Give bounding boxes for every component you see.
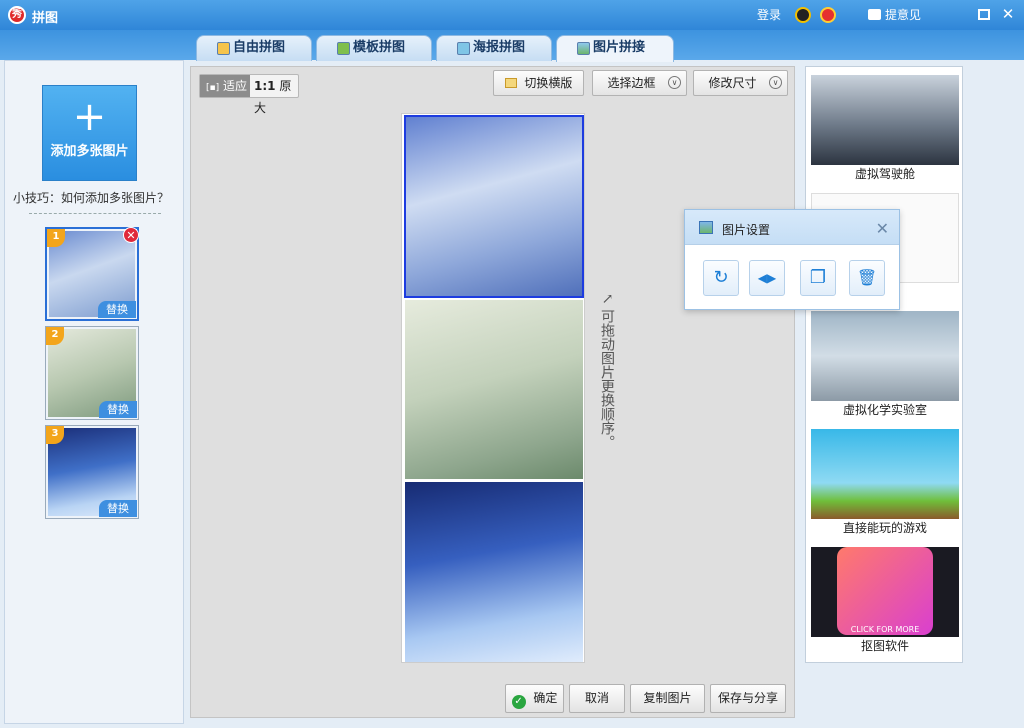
ad-image (811, 311, 959, 401)
tab-label: 图片拼接 (593, 40, 646, 55)
ad-label: 虚拟化学实验室 (842, 403, 927, 417)
fit-button[interactable]: [▪] 适应 (200, 75, 250, 97)
tab-label: 模板拼图 (353, 40, 406, 55)
ad-label: 抠图软件 (860, 639, 909, 653)
maximize-icon[interactable] (978, 9, 990, 20)
ad-item[interactable]: CLICK FOR MORE 抠图软件 (811, 547, 959, 655)
tab-poster-collage[interactable]: 海报拼图 (436, 35, 552, 61)
popup-header: 图片设置 ✕ (685, 210, 899, 245)
thumbnail-item[interactable]: 1 ✕ 替换 (45, 227, 139, 321)
replace-button[interactable]: 替换 (99, 500, 137, 517)
original-size-button[interactable]: 1:1 原大 (250, 75, 300, 115)
feedback-link[interactable]: 提意见 (885, 6, 921, 23)
copy-image-button[interactable]: 复制图片 (630, 684, 705, 713)
tab-bar: 自由拼图 模板拼图 海报拼图 图片拼接 (0, 30, 1024, 62)
poster-collage-icon (457, 42, 470, 55)
image-stitch-icon (577, 42, 590, 55)
ad-sub-label: CLICK FOR MORE (850, 625, 920, 634)
close-icon[interactable]: ✕ (876, 219, 889, 238)
template-collage-icon (337, 42, 350, 55)
tip-link[interactable]: 小技巧：如何添加多张图片？ (13, 189, 169, 206)
title-bar: 秀 拼图 登录 提意见 ✕ (0, 0, 1024, 30)
ad-image (811, 429, 959, 519)
app-logo-icon: 秀 (8, 6, 26, 24)
ok-button[interactable]: ✓ 确定 (505, 684, 564, 713)
tab-template-collage[interactable]: 模板拼图 (316, 35, 432, 61)
ad-label: 虚拟驾驶舱 (854, 167, 915, 181)
qq-icon[interactable] (795, 7, 811, 23)
ad-item[interactable]: 直接能玩的游戏 (811, 429, 959, 537)
feedback-icon[interactable] (868, 9, 881, 20)
resize-label: 修改尺寸 (708, 76, 757, 90)
image-settings-popup: 图片设置 ✕ ↻ ◀▶ ❐ 🗑 (684, 209, 900, 310)
cancel-button[interactable]: 取消 (569, 684, 625, 713)
thumbnail-item[interactable]: 3 替换 (45, 425, 139, 519)
image-settings-icon (699, 221, 713, 234)
switch-layout-button[interactable]: 切换横版 (493, 70, 584, 96)
add-images-button[interactable]: + 添加多张图片 (42, 85, 137, 181)
copy-icon[interactable]: ❐ (800, 260, 836, 296)
ok-label: 确定 (533, 691, 558, 705)
ad-image: CLICK FOR MORE (811, 547, 959, 637)
chevron-down-icon: ∨ (769, 76, 782, 89)
ad-image (811, 75, 959, 165)
tab-image-stitch[interactable]: 图片拼接 (556, 35, 674, 62)
original-size-icon: 1:1 (254, 79, 276, 93)
weibo-icon[interactable] (820, 7, 836, 23)
stitched-collage (401, 113, 585, 663)
app-title: 拼图 (32, 11, 59, 26)
replace-button[interactable]: 替换 (98, 301, 136, 318)
free-collage-icon (217, 42, 230, 55)
ad-item[interactable]: 虚拟驾驶舱 (811, 75, 959, 183)
layout-icon (504, 78, 517, 88)
check-icon: ✓ (511, 695, 526, 709)
close-window-icon[interactable]: ✕ (1001, 7, 1015, 22)
collage-image-1[interactable] (404, 115, 584, 298)
canvas-area: [▪] 适应 1:1 原大 切换横版 选择边框 ∨ 修改尺寸 ∨ ↖ 可拖动图片… (190, 66, 795, 718)
tip-divider (29, 213, 161, 214)
zoom-toggle: [▪] 适应 1:1 原大 (199, 74, 300, 115)
collage-image-2[interactable] (405, 300, 583, 479)
tab-free-collage[interactable]: 自由拼图 (196, 35, 312, 61)
fit-label: 适应 (222, 79, 247, 93)
collage-image-3[interactable] (405, 482, 583, 662)
app-window: 秀 拼图 登录 提意见 ✕ 自由拼图 模板拼图 海报拼图 图片拼接 + 添加多张… (0, 0, 1024, 728)
replace-button[interactable]: 替换 (99, 401, 137, 418)
delete-icon[interactable]: 🗑 (849, 260, 885, 296)
image-list-panel: + 添加多张图片 小技巧：如何添加多张图片？ 1 ✕ 替换 2 替换 3 替换 (4, 60, 184, 724)
delete-icon[interactable]: ✕ (123, 227, 139, 243)
rotate-icon[interactable]: ↻ (703, 260, 739, 296)
ad-label: 直接能玩的游戏 (842, 521, 927, 535)
drag-hint: ↖ 可拖动图片更换顺序。 (592, 293, 616, 449)
flip-icon[interactable]: ◀▶ (749, 260, 785, 296)
ad-panel: 虚拟驾驶舱 软件 虚拟化学实验室 直接能玩的游戏 CLICK FOR MORE … (805, 66, 963, 663)
ad-item[interactable]: 虚拟化学实验室 (811, 311, 959, 419)
thumbnail-item[interactable]: 2 替换 (45, 326, 139, 420)
choose-border-label: 选择边框 (607, 76, 656, 90)
tab-label: 自由拼图 (233, 40, 286, 55)
add-images-label: 添加多张图片 (50, 144, 129, 159)
drag-hint-text: 可拖动图片更换顺序。 (599, 309, 615, 450)
resize-button[interactable]: 修改尺寸 ∨ (693, 70, 788, 96)
tab-label: 海报拼图 (473, 40, 526, 55)
cutout-app-icon: CLICK FOR MORE (837, 547, 933, 635)
switch-layout-label: 切换横版 (524, 76, 573, 90)
plus-icon: + (72, 94, 107, 140)
popup-title: 图片设置 (722, 223, 771, 237)
login-link[interactable]: 登录 (757, 6, 781, 23)
chevron-down-icon: ∨ (668, 76, 681, 89)
fit-icon: [▪] (206, 83, 220, 93)
arrow-icon: ↖ (599, 293, 615, 305)
choose-border-button[interactable]: 选择边框 ∨ (592, 70, 687, 96)
save-share-button[interactable]: 保存与分享 (710, 684, 786, 713)
